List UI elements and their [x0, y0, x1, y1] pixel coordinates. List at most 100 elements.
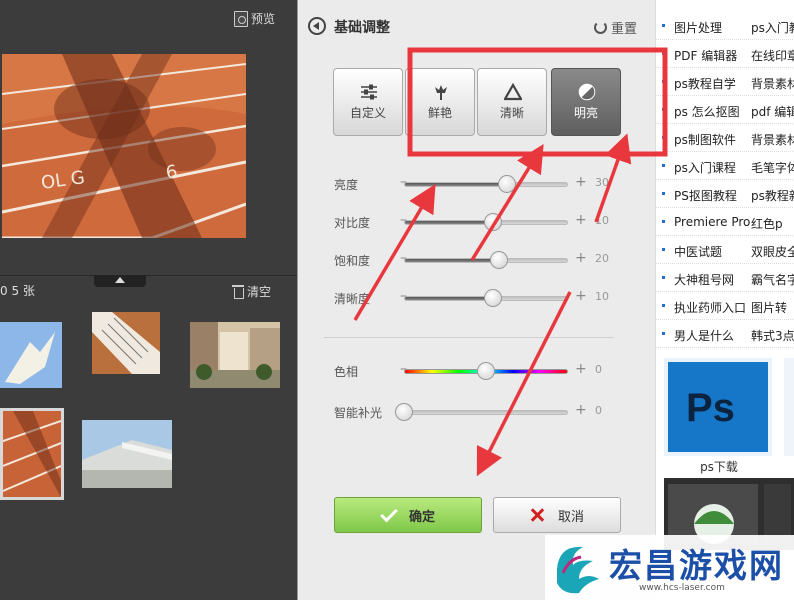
bullet-icon: [662, 276, 665, 279]
check-icon: [380, 504, 398, 522]
ad-link[interactable]: 在线印章: [751, 47, 794, 64]
ad-link[interactable]: 红色p: [751, 215, 783, 232]
slider-knob[interactable]: [498, 175, 517, 193]
thumbnail-book[interactable]: [92, 312, 160, 374]
bullet-icon: [662, 192, 665, 195]
slider-knob[interactable]: [395, 403, 413, 421]
watermark-title: 宏昌游戏网: [609, 546, 784, 585]
list-item: ps制图软件背景素材: [656, 124, 794, 152]
ad-link[interactable]: Premiere Pro: [674, 215, 750, 229]
slider-label: 对比度: [334, 216, 371, 230]
increase-button[interactable]: +: [575, 174, 587, 190]
ad-link[interactable]: ps制图软件: [674, 131, 736, 148]
slider-track[interactable]: [404, 258, 568, 263]
slider-value: 0: [595, 404, 602, 417]
ad-link[interactable]: ps入门课程: [674, 159, 736, 176]
sliders-icon: [361, 84, 377, 100]
ad-link[interactable]: 背景素材: [751, 75, 794, 92]
ps-logo-text: Ps: [686, 386, 735, 430]
slider-knob[interactable]: [483, 289, 502, 307]
photo-panel: 预览 OL G 6 0 5 张 清空: [0, 0, 297, 600]
ad-link[interactable]: 执业药师入口: [674, 299, 746, 316]
ad-link[interactable]: 中医试题: [674, 243, 722, 260]
increase-button[interactable]: +: [575, 361, 587, 377]
preset-label: 明亮: [573, 106, 598, 120]
ad-link[interactable]: ps教程新: [751, 187, 794, 204]
slider-label: 饱和度: [334, 254, 371, 268]
ad-link[interactable]: PDF 编辑器: [674, 47, 737, 64]
list-item: 图片处理 ps入门教学: [656, 12, 794, 40]
watermark: 宏昌游戏网 www.hcs-laser.com: [545, 535, 794, 600]
list-item: PS抠图教程 ps教程新: [656, 180, 794, 208]
trash-icon: [232, 285, 244, 299]
ad-link[interactable]: ps入门教学: [751, 19, 794, 36]
reset-button[interactable]: 重置: [594, 18, 637, 37]
ad-link[interactable]: 霸气名字: [751, 271, 794, 288]
ad-link[interactable]: 韩式3点: [751, 327, 794, 344]
ad-sidebar: 图片处理ps入门教学PDF 编辑器在线印章ps教程自学背景素材ps 怎么抠图pd…: [655, 0, 794, 600]
thumbnail-building[interactable]: [82, 420, 172, 488]
bullet-icon: [662, 24, 665, 27]
next-card[interactable]: [784, 358, 794, 456]
slider-value: 0: [595, 363, 602, 376]
panel-title: 基础调整: [334, 20, 390, 36]
slider-knob[interactable]: [477, 362, 495, 380]
close-icon: [530, 508, 544, 522]
slider-label: 色相: [334, 365, 359, 379]
slider-divider: [324, 337, 614, 338]
increase-button[interactable]: +: [575, 212, 587, 228]
watermark-url: www.hcs-laser.com: [639, 583, 725, 593]
cancel-button[interactable]: 取消: [493, 497, 621, 533]
list-item: ps教程自学背景素材: [656, 68, 794, 96]
increase-button[interactable]: +: [575, 402, 587, 418]
bullet-icon: [662, 332, 665, 335]
back-icon[interactable]: [308, 17, 326, 35]
bullet-icon: [662, 80, 665, 83]
preset-custom[interactable]: 自定义: [333, 68, 403, 136]
thumbnail-bird[interactable]: [0, 322, 62, 388]
slider-knob[interactable]: [490, 251, 509, 269]
slider-track[interactable]: [404, 410, 568, 415]
preset-vivid[interactable]: 鲜艳: [405, 68, 475, 136]
ad-link[interactable]: 图片转: [751, 299, 787, 316]
slider-track[interactable]: [404, 182, 568, 187]
dragon-logo-icon: [557, 546, 599, 594]
ad-link[interactable]: 图片处理: [674, 19, 722, 36]
preset-label: 自定义: [349, 106, 386, 120]
triangle-icon: [504, 83, 522, 101]
ad-link[interactable]: 背景素材: [751, 131, 794, 148]
clear-button[interactable]: 清空: [232, 283, 271, 300]
clear-label: 清空: [247, 285, 272, 299]
ad-link[interactable]: 毛笔字体: [751, 159, 794, 176]
ad-link[interactable]: PS抠图教程: [674, 187, 737, 204]
preview-button[interactable]: 预览: [234, 10, 275, 27]
confirm-button[interactable]: 确定: [334, 497, 482, 533]
thumbnail-courtyard[interactable]: [190, 322, 280, 388]
slider-label: 智能补光: [334, 406, 383, 420]
ps-download-card[interactable]: Ps: [664, 358, 772, 456]
reset-label: 重置: [611, 22, 638, 37]
preview-icon: [234, 10, 248, 27]
bullet-icon: [662, 164, 665, 167]
ad-link[interactable]: ps教程自学: [674, 75, 736, 92]
ad-link[interactable]: ps 怎么抠图: [674, 103, 740, 120]
ad-link[interactable]: 双眼皮全切: [751, 243, 794, 260]
ad-link[interactable]: 大神租号网: [674, 271, 734, 288]
slider-value: 30: [595, 176, 609, 189]
collapse-toggle[interactable]: [94, 275, 146, 287]
slider-knob[interactable]: [483, 213, 502, 231]
strip-divider: [0, 275, 297, 276]
bullet-icon: [662, 136, 665, 139]
thumbnail-track-selected[interactable]: [0, 408, 64, 500]
slider-row: 清晰度–+10: [298, 288, 656, 308]
ad-link[interactable]: pdf 编辑: [751, 103, 794, 120]
increase-button[interactable]: +: [575, 288, 587, 304]
list-item: Premiere Pro 红色p: [656, 208, 794, 236]
cancel-label: 取消: [557, 509, 584, 525]
slider-label: 亮度: [334, 178, 359, 192]
ps-caption[interactable]: ps下载: [656, 458, 782, 475]
preset-bright[interactable]: 明亮: [551, 68, 621, 136]
preset-sharp[interactable]: 清晰: [477, 68, 547, 136]
ad-link[interactable]: 男人是什么: [674, 327, 734, 344]
increase-button[interactable]: +: [575, 250, 587, 266]
